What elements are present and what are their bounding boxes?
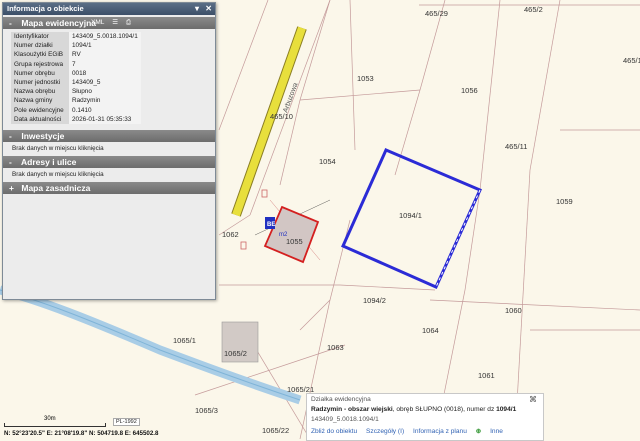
table-row: Numer jednostki 143409_5 — [11, 77, 141, 88]
parcel-465-10-label: 465/10 — [270, 112, 293, 121]
parcel-465-2-label: 465/2 — [524, 5, 543, 14]
parcel-1065-1-label: 1065/1 — [173, 336, 196, 345]
close-icon[interactable]: ✕ — [205, 4, 212, 13]
popup-identifier: 143409_5.0018.1094/1 — [311, 416, 379, 423]
parcel-1061-label: 1061 — [478, 371, 495, 380]
attr-value: 143409_5 — [69, 77, 141, 88]
attr-value: 2026-01-31 05:35:33 — [69, 114, 141, 124]
popup-close-icon[interactable]: ⌘ — [529, 395, 537, 404]
attr-key: Data aktualności — [11, 114, 69, 124]
attr-key: Nazwa gminy — [11, 96, 69, 106]
attr-key: Klasoużytki EGiB — [11, 50, 69, 60]
table-row: Grupa rejestrowa 7 — [11, 59, 141, 69]
parcel-1055-label: 1055 — [286, 237, 303, 246]
parcel-465-29-label: 465/29 — [425, 9, 448, 18]
table-row: Numer obrębu 0018 — [11, 68, 141, 78]
table-row: Nazwa gminy Radzymin — [11, 96, 141, 106]
section-mapa-ewidencyjna[interactable]: - Mapa ewidencyjna XML ☰ ⎙ — [3, 17, 215, 29]
attr-value: 7 — [69, 59, 141, 69]
parcel-465-1-label: 465/1 — [623, 56, 640, 65]
section-title: Adresy i ulice — [21, 156, 77, 167]
panel-titlebar[interactable]: Informacja o obiekcie ▾ ✕ — [3, 3, 215, 15]
attr-value: Słupno — [69, 87, 141, 97]
attr-key: Grupa rejestrowa — [11, 59, 69, 69]
coordinates-readout: N: 52°23'20.5" E: 21°08'19.8" N: 504719.… — [4, 430, 159, 437]
attr-key: Nazwa obrębu — [11, 87, 69, 97]
attr-key: Numer jednostki — [11, 77, 69, 88]
parcel-1094-2-label: 1094/2 — [363, 296, 386, 305]
minimize-icon[interactable]: ▾ — [195, 4, 199, 13]
collapse-icon[interactable]: - — [9, 130, 19, 142]
popup-links: Zbliż do obiektu Szczegóły (I) Informacj… — [311, 427, 510, 435]
attr-value: RV — [69, 50, 141, 60]
adresy-empty-text: Brak danych w miejscu kliknięcia — [12, 170, 104, 178]
collapse-icon[interactable]: - — [9, 17, 19, 29]
object-info-panel: Informacja o obiekcie ▾ ✕ - Mapa ewidenc… — [2, 2, 216, 300]
table-row: Numer działki 1094/1 — [11, 41, 141, 51]
attr-key: Identyfikator — [11, 32, 69, 42]
popup-description: Radzymin - obszar wiejski, obręb SŁUPNO … — [311, 406, 516, 413]
attr-value: 0018 — [69, 68, 141, 78]
section-title: Mapa ewidencyjna — [21, 18, 97, 28]
parcel-1062-label: 1062 — [222, 230, 239, 239]
parcel-1065-22-label: 1065/22 — [262, 426, 289, 435]
collapse-icon[interactable]: - — [9, 156, 19, 168]
popup-place: Radzymin - obszar wiejski — [311, 406, 393, 413]
parcel-1065-2-label: 1065/2 — [224, 349, 247, 358]
add-icon[interactable]: ⊕ — [476, 428, 482, 435]
parcel-1054-label: 1054 — [319, 157, 336, 166]
attributes-table: Identyfikator 143409_5.0018.1094/1 Numer … — [11, 32, 141, 124]
print-icon[interactable]: ⎙ — [126, 19, 131, 26]
other-link[interactable]: Inne — [490, 428, 503, 435]
attr-key: Numer obrębu — [11, 68, 69, 78]
parcel-1065-3-label: 1065/3 — [195, 406, 218, 415]
table-row: Klasoużytki EGiB RV — [11, 50, 141, 60]
panel-title: Informacja o obiekcie — [7, 4, 84, 13]
parcel-1064-label: 1064 — [422, 326, 439, 335]
zoom-to-object-link[interactable]: Zbliż do obiektu — [311, 428, 357, 435]
popup-rest: , obręb SŁUPNO (0018), numer dz — [392, 406, 497, 413]
plan-info-link[interactable]: Informacja z planu — [413, 428, 467, 435]
attr-value: 143409_5.0018.1094/1 — [69, 32, 141, 42]
popup-number: 1094/1 — [496, 406, 517, 413]
popup-type: Działka ewidencyjna — [311, 396, 371, 403]
building-outline[interactable] — [263, 205, 320, 264]
parcel-1056-label: 1056 — [461, 86, 478, 95]
parcel-1060-label: 1060 — [505, 306, 522, 315]
list-icon[interactable]: ☰ — [112, 19, 118, 26]
section-mapa-zasadnicza[interactable]: + Mapa zasadnicza — [3, 181, 215, 194]
crs-selector[interactable]: PL-1992 — [113, 418, 140, 426]
expand-icon[interactable]: + — [9, 182, 19, 194]
section-inwestycje[interactable]: - Inwestycje — [3, 129, 215, 142]
inwestycje-empty-text: Brak danych w miejscu kliknięcia — [12, 144, 104, 152]
table-row: Nazwa obrębu Słupno — [11, 87, 141, 97]
attr-key: Numer działki — [11, 41, 69, 51]
section-title: Mapa zasadnicza — [21, 182, 91, 193]
table-row: Pole ewidencyjne 0.1410 — [11, 105, 141, 115]
scale-ruler — [4, 423, 106, 427]
table-row: Data aktualności 2026-01-31 05:35:33 — [11, 114, 141, 124]
xml-export-icon[interactable]: XML — [91, 19, 104, 26]
section-adresy[interactable]: - Adresy i ulice — [3, 155, 215, 168]
section-title: Inwestycje — [21, 130, 65, 141]
attr-key: Pole ewidencyjne — [11, 105, 69, 115]
parcel-1059-label: 1059 — [556, 197, 573, 206]
attr-value: 0.1410 — [69, 105, 141, 115]
parcel-1053-label: 1053 — [357, 74, 374, 83]
parcel-465-11-label: 465/11 — [505, 142, 527, 151]
table-row: Identyfikator 143409_5.0018.1094/1 — [11, 32, 141, 42]
parcel-1063-label: 1063 — [327, 343, 344, 352]
details-link[interactable]: Szczegóły (I) — [366, 428, 404, 435]
building-tag: BE — [267, 222, 275, 228]
parcel-1094-1-label: 1094/1 — [399, 211, 422, 220]
attr-value: 1094/1 — [69, 41, 141, 51]
parcel-popup: Działka ewidencyjna ⌘ Radzymin - obszar … — [306, 393, 544, 441]
scale-label: 30m — [44, 416, 56, 422]
attr-value: Radzymin — [69, 96, 141, 106]
